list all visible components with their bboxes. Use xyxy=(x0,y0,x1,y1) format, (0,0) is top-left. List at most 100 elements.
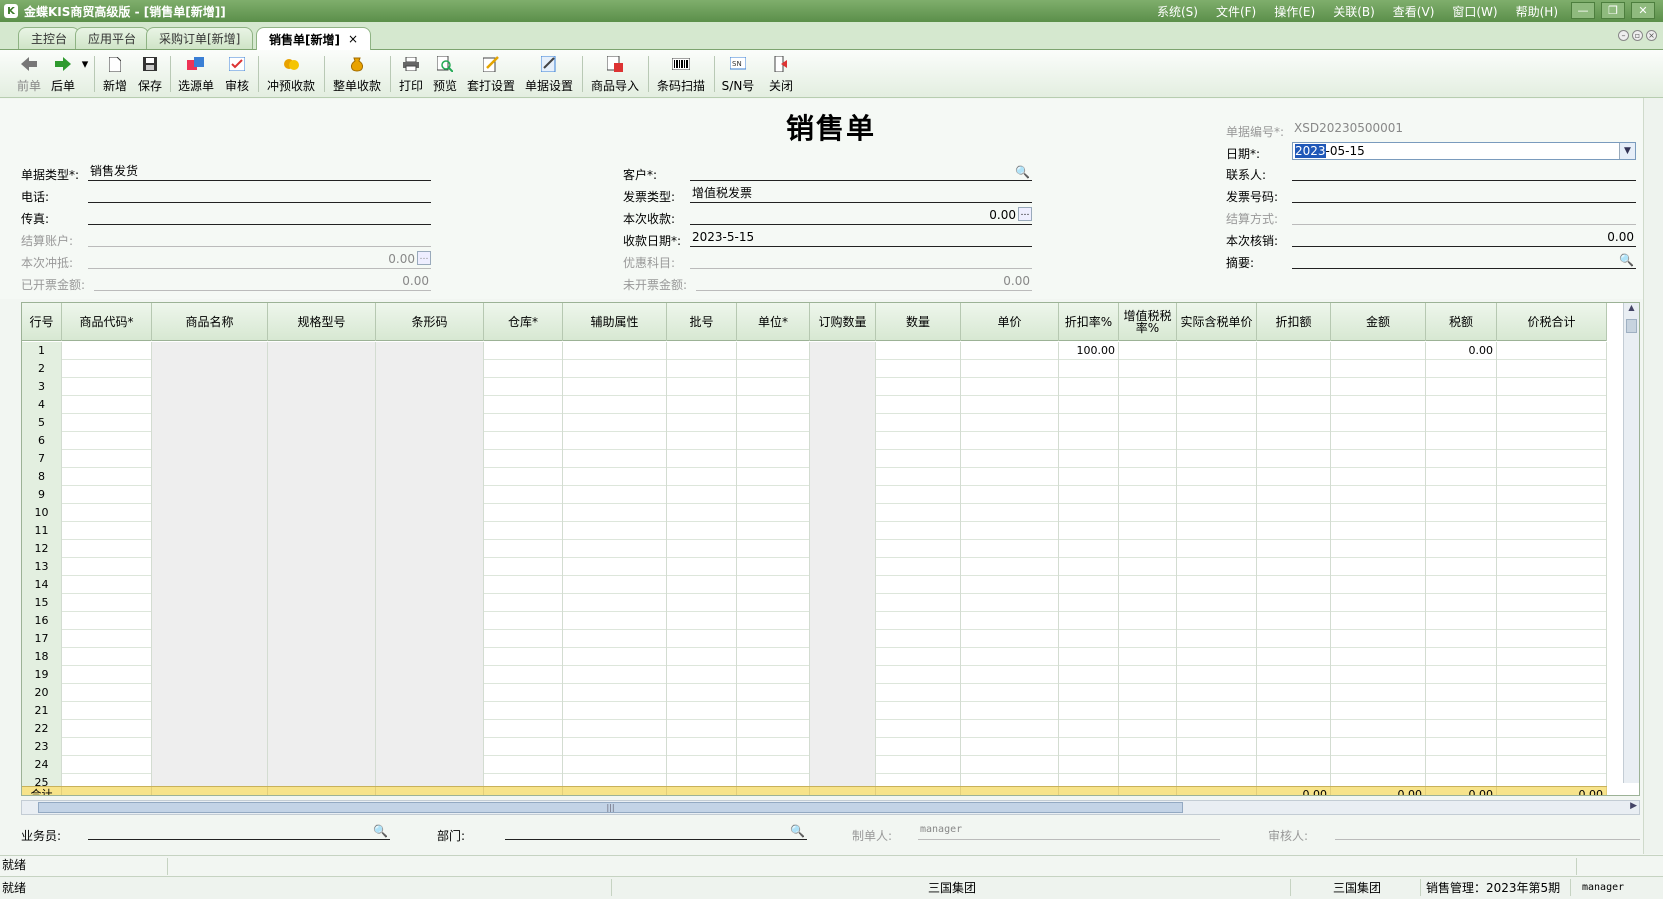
grid-cell[interactable] xyxy=(376,756,484,774)
grid-cell[interactable] xyxy=(62,414,152,432)
grid-cell[interactable] xyxy=(62,342,152,360)
grid-cell[interactable] xyxy=(376,360,484,378)
grid-cell[interactable] xyxy=(1497,468,1607,486)
grid-cell[interactable] xyxy=(1331,504,1426,522)
grid-cell[interactable] xyxy=(961,414,1059,432)
grid-cell[interactable] xyxy=(1331,378,1426,396)
grid-cell[interactable] xyxy=(152,504,268,522)
grid-cell[interactable] xyxy=(62,504,152,522)
grid-cell[interactable] xyxy=(810,378,876,396)
bill-settings-button[interactable]: 单据设置 xyxy=(522,53,576,95)
grid-cell[interactable] xyxy=(1119,504,1177,522)
tab-close-all-icon[interactable]: × xyxy=(1646,30,1657,41)
grid-cell[interactable] xyxy=(1059,396,1119,414)
grid-cell[interactable] xyxy=(152,432,268,450)
menu-operate[interactable]: 操作(E) xyxy=(1274,3,1315,20)
grid-cell[interactable] xyxy=(1119,486,1177,504)
grid-cell[interactable] xyxy=(484,738,563,756)
grid-cell[interactable] xyxy=(152,360,268,378)
print-button[interactable]: 打印 xyxy=(396,53,426,95)
grid-cell[interactable] xyxy=(563,378,667,396)
grid-cell[interactable] xyxy=(961,648,1059,666)
grid-cell[interactable] xyxy=(1257,522,1331,540)
grid-cell[interactable] xyxy=(268,378,376,396)
grid-cell[interactable] xyxy=(1257,540,1331,558)
grid-cell[interactable] xyxy=(1059,576,1119,594)
grid-cell[interactable]: 0.00 xyxy=(1426,342,1497,360)
menu-window[interactable]: 窗口(W) xyxy=(1452,3,1497,20)
grid-cell[interactable] xyxy=(152,666,268,684)
grid-cell[interactable] xyxy=(667,702,737,720)
grid-cell[interactable] xyxy=(152,576,268,594)
grid-cell[interactable] xyxy=(376,342,484,360)
grid-cell[interactable] xyxy=(1426,576,1497,594)
column-header[interactable]: 金额 xyxy=(1331,303,1426,341)
grid-cell[interactable] xyxy=(268,612,376,630)
grid-cell[interactable] xyxy=(484,540,563,558)
grid-cell[interactable] xyxy=(667,630,737,648)
grid-cell[interactable] xyxy=(961,396,1059,414)
grid-cell[interactable] xyxy=(62,558,152,576)
grid-cell[interactable] xyxy=(62,450,152,468)
grid-cell[interactable] xyxy=(376,648,484,666)
grid-cell[interactable] xyxy=(810,702,876,720)
grid-cell[interactable] xyxy=(268,540,376,558)
grid-cell[interactable] xyxy=(62,720,152,738)
grid-cell[interactable] xyxy=(1426,468,1497,486)
grid-cell[interactable] xyxy=(876,396,961,414)
grid-cell[interactable] xyxy=(563,612,667,630)
grid-cell[interactable] xyxy=(1177,702,1257,720)
grid-cell[interactable] xyxy=(1119,630,1177,648)
grid-cell[interactable] xyxy=(1426,360,1497,378)
grid-cell[interactable] xyxy=(1257,486,1331,504)
menu-system[interactable]: 系统(S) xyxy=(1157,3,1198,20)
grid-cell[interactable] xyxy=(1177,522,1257,540)
grid-cell[interactable] xyxy=(484,522,563,540)
column-header[interactable]: 批号 xyxy=(667,303,737,341)
grid-cell[interactable] xyxy=(1059,468,1119,486)
grid-cell[interactable] xyxy=(810,684,876,702)
grid-cell[interactable] xyxy=(62,378,152,396)
grid-cell[interactable] xyxy=(1059,756,1119,774)
grid-cell[interactable] xyxy=(62,522,152,540)
tab-minimize-icon[interactable]: – xyxy=(1618,30,1629,41)
grid-cell[interactable] xyxy=(1177,648,1257,666)
grid-cell[interactable] xyxy=(1177,378,1257,396)
grid-cell[interactable] xyxy=(1426,612,1497,630)
grid-cell[interactable] xyxy=(667,594,737,612)
column-header[interactable]: 辅助属性 xyxy=(563,303,667,341)
grid-cell[interactable] xyxy=(1426,702,1497,720)
grid-cell[interactable] xyxy=(152,396,268,414)
tab-purchase-order[interactable]: 采购订单[新增] xyxy=(146,27,254,49)
grid-cell[interactable] xyxy=(1119,612,1177,630)
grid-cell[interactable] xyxy=(737,432,810,450)
grid-cell[interactable] xyxy=(484,396,563,414)
grid-cell[interactable] xyxy=(152,756,268,774)
column-header[interactable]: 折扣额 xyxy=(1257,303,1331,341)
grid-cell[interactable] xyxy=(961,378,1059,396)
grid-cell[interactable] xyxy=(1059,738,1119,756)
grid-cell[interactable] xyxy=(1059,702,1119,720)
grid-cell[interactable] xyxy=(876,540,961,558)
grid-cell[interactable] xyxy=(1497,558,1607,576)
grid-cell[interactable] xyxy=(961,504,1059,522)
grid-cell[interactable] xyxy=(1426,756,1497,774)
grid-cell[interactable] xyxy=(1426,540,1497,558)
grid-cell[interactable] xyxy=(737,684,810,702)
grid-cell[interactable] xyxy=(1177,414,1257,432)
grid-cell[interactable] xyxy=(563,540,667,558)
grid-cell[interactable] xyxy=(810,414,876,432)
grid-cell[interactable] xyxy=(1059,594,1119,612)
grid-cell[interactable] xyxy=(1177,738,1257,756)
grid-cell[interactable] xyxy=(1059,648,1119,666)
grid-cell[interactable] xyxy=(667,540,737,558)
salesman-lookup-icon[interactable]: 🔍 xyxy=(373,823,388,839)
grid-cell[interactable] xyxy=(62,702,152,720)
grid-cell[interactable] xyxy=(484,720,563,738)
grid-cell[interactable] xyxy=(1257,360,1331,378)
grid-cell[interactable] xyxy=(1177,360,1257,378)
grid-cell[interactable] xyxy=(62,468,152,486)
grid-cell[interactable] xyxy=(810,396,876,414)
grid-cell[interactable] xyxy=(737,720,810,738)
grid-cell[interactable] xyxy=(1497,594,1607,612)
